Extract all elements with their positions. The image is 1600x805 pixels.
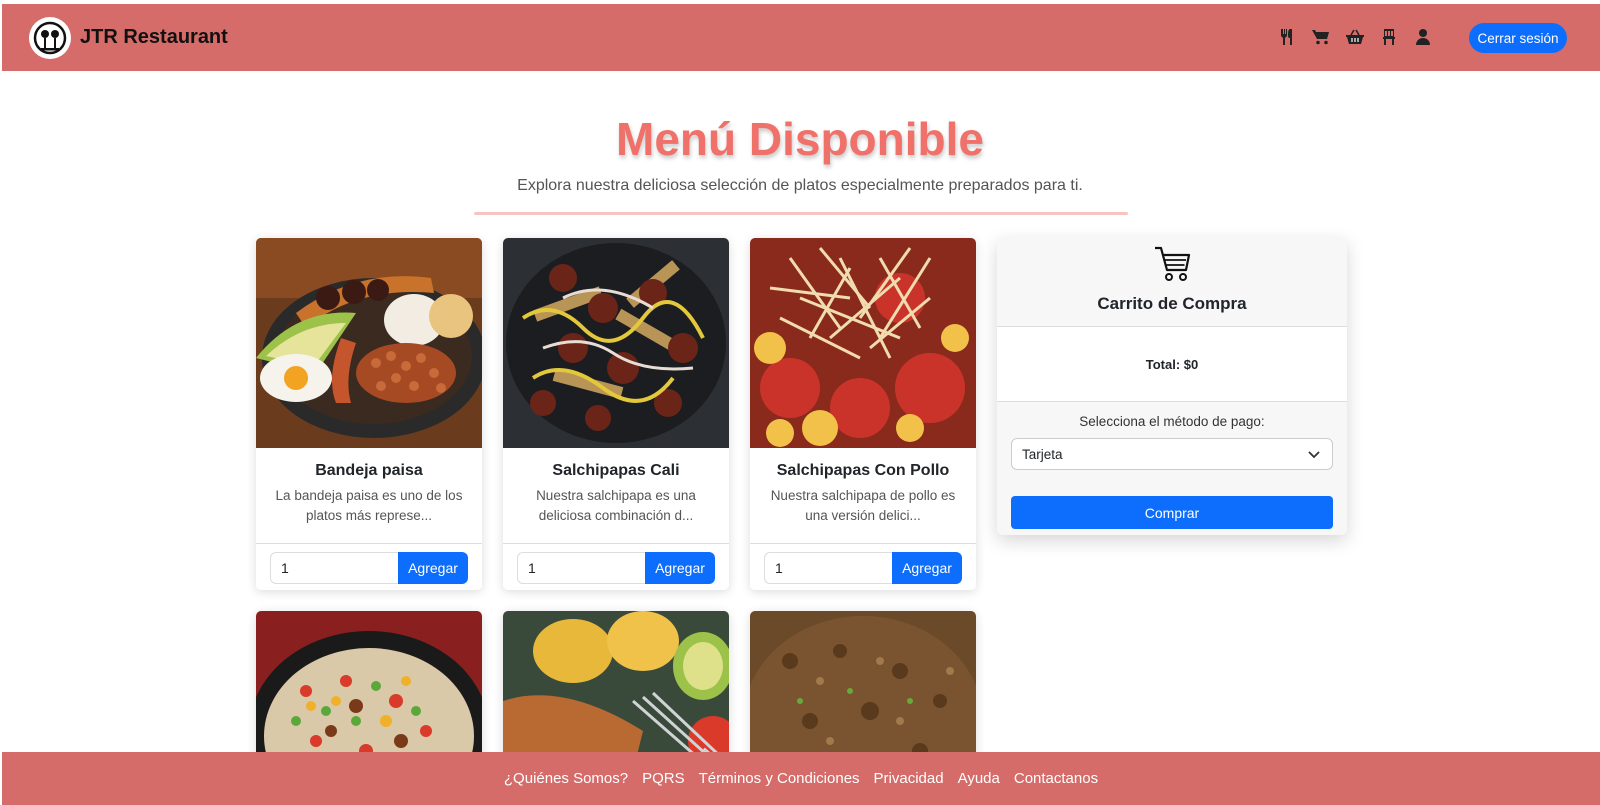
dish-image: [256, 611, 482, 771]
shopping-cart-icon: [1153, 246, 1191, 287]
quantity-input[interactable]: [270, 552, 398, 584]
footer: ¿Quiénes Somos? PQRS Términos y Condicio…: [2, 752, 1600, 805]
logout-button[interactable]: Cerrar sesión: [1469, 23, 1567, 53]
footer-link-terms[interactable]: Términos y Condiciones: [699, 770, 860, 787]
menu-card: Bandeja paisa La bandeja paisa es uno de…: [256, 238, 482, 590]
page-subtitle: Explora nuestra deliciosa selección de p…: [517, 177, 1083, 194]
cart-total: Total: $0: [997, 327, 1347, 402]
cart-icon[interactable]: [1311, 26, 1331, 48]
dish-image: [256, 238, 482, 448]
logo: [29, 16, 71, 59]
buy-button[interactable]: Comprar: [1011, 496, 1333, 529]
title-divider: [474, 212, 1128, 215]
menu-card: Salchipapas Cali Nuestra salchipapa es u…: [503, 238, 729, 590]
brand[interactable]: JTR Restaurant: [29, 16, 228, 59]
cart-title: Carrito de Compra: [1097, 294, 1247, 313]
footer-link-privacy[interactable]: Privacidad: [874, 770, 944, 787]
menu-card: [503, 611, 729, 771]
user-icon[interactable]: [1413, 26, 1433, 48]
dish-image: [503, 611, 729, 771]
navbar: JTR Restaurant Cerrar sesión: [2, 4, 1600, 71]
dish-image: [750, 611, 976, 771]
quantity-input[interactable]: [517, 552, 645, 584]
menu-card: Salchipapas Con Pollo Nuestra salchipapa…: [750, 238, 976, 590]
dish-image: [750, 238, 976, 448]
dish-description: Nuestra salchipapa de pollo es una versi…: [770, 488, 956, 523]
footer-link-contact[interactable]: Contactanos: [1014, 770, 1098, 787]
menu-card: [256, 611, 482, 771]
brand-name: JTR Restaurant: [80, 26, 228, 48]
footer-link-pqrs[interactable]: PQRS: [642, 770, 685, 787]
add-button[interactable]: Agregar: [892, 552, 962, 584]
dish-name: Bandeja paisa: [315, 462, 423, 479]
dish-image: [503, 238, 729, 448]
footer-link-help[interactable]: Ayuda: [958, 770, 1000, 787]
nav-icons: [1277, 26, 1433, 48]
chair-icon[interactable]: [1379, 26, 1399, 48]
payment-selected: Tarjeta: [1022, 446, 1063, 462]
page-title: Menú Disponible: [616, 113, 984, 165]
menu-card: [750, 611, 976, 771]
dish-description: La bandeja paisa es uno de los platos má…: [275, 488, 463, 523]
utensils-icon[interactable]: [1277, 26, 1297, 48]
basket-icon[interactable]: [1345, 26, 1365, 48]
add-button[interactable]: Agregar: [398, 552, 468, 584]
dish-name: Salchipapas Con Pollo: [776, 462, 950, 479]
dish-name: Salchipapas Cali: [552, 462, 680, 479]
shopping-cart: Carrito de Compra Total: $0 Selecciona e…: [997, 237, 1347, 535]
quantity-input[interactable]: [764, 552, 892, 584]
dish-description: Nuestra salchipapa es una deliciosa comb…: [536, 488, 696, 523]
payment-method-select[interactable]: Tarjeta: [1011, 438, 1333, 470]
chevron-down-icon: [1308, 447, 1320, 462]
footer-link-about[interactable]: ¿Quiénes Somos?: [504, 770, 628, 787]
payment-label: Selecciona el método de pago:: [1079, 414, 1265, 429]
add-button[interactable]: Agregar: [645, 552, 715, 584]
